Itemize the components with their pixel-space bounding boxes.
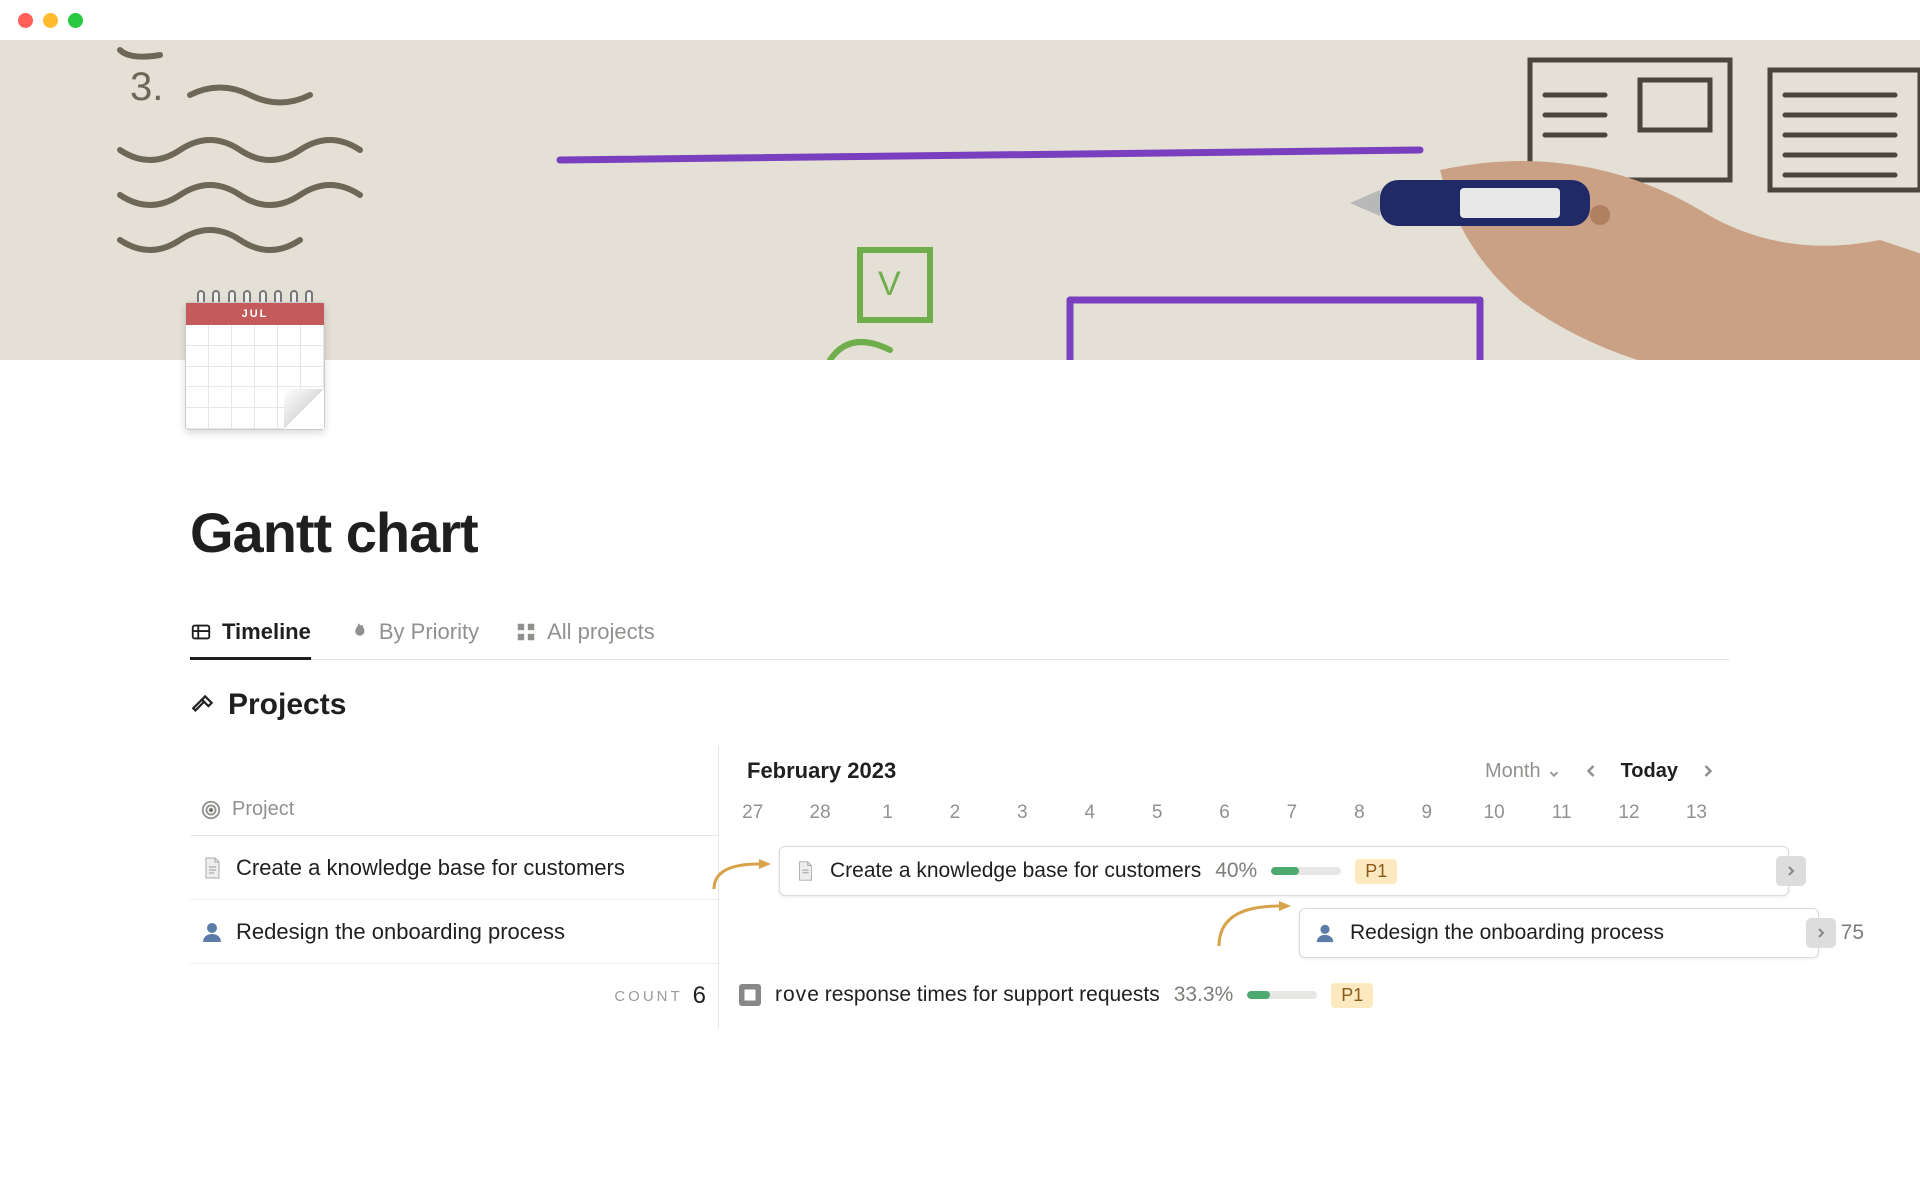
expand-icon[interactable] xyxy=(1776,856,1806,886)
doc-icon xyxy=(794,860,816,882)
page-icon-month: JUL xyxy=(186,303,324,325)
grid-icon xyxy=(515,621,537,643)
chevron-down-icon xyxy=(1547,764,1561,778)
expand-icon[interactable] xyxy=(1806,918,1836,948)
bar-name: rove response times for support requests xyxy=(775,983,1160,1007)
timeline-icon xyxy=(190,621,212,643)
target-icon xyxy=(200,799,222,821)
tab-label: By Priority xyxy=(379,619,479,645)
project-name: Create a knowledge base for customers xyxy=(236,855,625,881)
day-cell: 11 xyxy=(1528,794,1595,836)
tab-label: All projects xyxy=(547,619,655,645)
day-cell: 6 xyxy=(1191,794,1258,836)
dependency-arrow xyxy=(1209,896,1309,956)
dependency-arrow xyxy=(709,854,789,894)
day-cell: 3 xyxy=(989,794,1056,836)
tab-bar: Timeline By Priority All projects xyxy=(190,615,1730,660)
bar-percent: 40% xyxy=(1215,859,1257,883)
progress-bar xyxy=(1247,991,1317,999)
day-cell: 8 xyxy=(1326,794,1393,836)
tab-by-priority[interactable]: By Priority xyxy=(347,615,479,659)
today-button[interactable]: Today xyxy=(1621,760,1678,783)
month-label: February 2023 xyxy=(747,758,896,784)
gantt-bar[interactable]: Create a knowledge base for customers 40… xyxy=(779,846,1789,896)
day-cell: 13 xyxy=(1663,794,1730,836)
page-title[interactable]: Gantt chart xyxy=(190,500,1730,565)
prev-button[interactable] xyxy=(1581,761,1601,781)
flame-icon xyxy=(347,621,369,643)
timeline-view: Project Create a knowledge base for cust… xyxy=(190,746,1730,1028)
day-cell: 2 xyxy=(921,794,988,836)
person-icon xyxy=(1314,922,1336,944)
project-column-label: Project xyxy=(232,798,294,821)
scale-selector[interactable]: Month xyxy=(1485,760,1561,783)
scale-label: Month xyxy=(1485,760,1541,783)
bar-name: Create a knowledge base for customers xyxy=(830,859,1201,883)
day-cell: 10 xyxy=(1460,794,1527,836)
day-cell: 5 xyxy=(1123,794,1190,836)
bar-percent: 33.3% xyxy=(1174,983,1234,1007)
tab-all-projects[interactable]: All projects xyxy=(515,615,655,659)
day-header: 27 28 1 2 3 4 5 6 7 8 9 10 11 12 13 xyxy=(719,794,1730,836)
day-cell: 12 xyxy=(1595,794,1662,836)
doc-icon xyxy=(200,856,224,880)
tab-label: Timeline xyxy=(222,619,311,645)
priority-tag: P1 xyxy=(1355,859,1397,884)
window-titlebar xyxy=(0,0,1920,40)
group-title-text: Projects xyxy=(228,688,346,722)
bar-percent: 75 xyxy=(1841,921,1864,945)
day-cell: 1 xyxy=(854,794,921,836)
count-value: 6 xyxy=(693,982,706,1010)
window-close-button[interactable] xyxy=(18,13,33,28)
tab-timeline[interactable]: Timeline xyxy=(190,615,311,659)
next-button[interactable] xyxy=(1698,761,1718,781)
project-name: Redesign the onboarding process xyxy=(236,919,565,945)
group-title[interactable]: Projects xyxy=(190,688,1730,722)
day-cell: 4 xyxy=(1056,794,1123,836)
project-column-header[interactable]: Project xyxy=(190,746,718,836)
count-label: COUNT xyxy=(614,988,682,1005)
bar-name: Redesign the onboarding process xyxy=(1350,921,1664,945)
svg-text:3.: 3. xyxy=(130,65,163,109)
progress-bar xyxy=(1271,867,1341,875)
priority-tag: P1 xyxy=(1331,983,1373,1008)
project-row[interactable]: Redesign the onboarding process xyxy=(190,900,718,964)
page-icon-calendar[interactable]: JUL xyxy=(185,290,325,430)
svg-text:V: V xyxy=(878,265,901,303)
day-cell: 9 xyxy=(1393,794,1460,836)
day-cell: 27 xyxy=(719,794,786,836)
person-icon xyxy=(200,920,224,944)
hammer-icon xyxy=(190,692,216,718)
window-minimize-button[interactable] xyxy=(43,13,58,28)
day-cell: 7 xyxy=(1258,794,1325,836)
grey-icon xyxy=(739,984,761,1006)
window-zoom-button[interactable] xyxy=(68,13,83,28)
count-row: COUNT 6 xyxy=(190,964,718,1028)
gantt-bar[interactable]: Redesign the onboarding process 75 xyxy=(1299,908,1819,958)
day-cell: 28 xyxy=(786,794,853,836)
gantt-bar[interactable]: rove response times for support requests… xyxy=(739,970,1529,1020)
project-row[interactable]: Create a knowledge base for customers xyxy=(190,836,718,900)
